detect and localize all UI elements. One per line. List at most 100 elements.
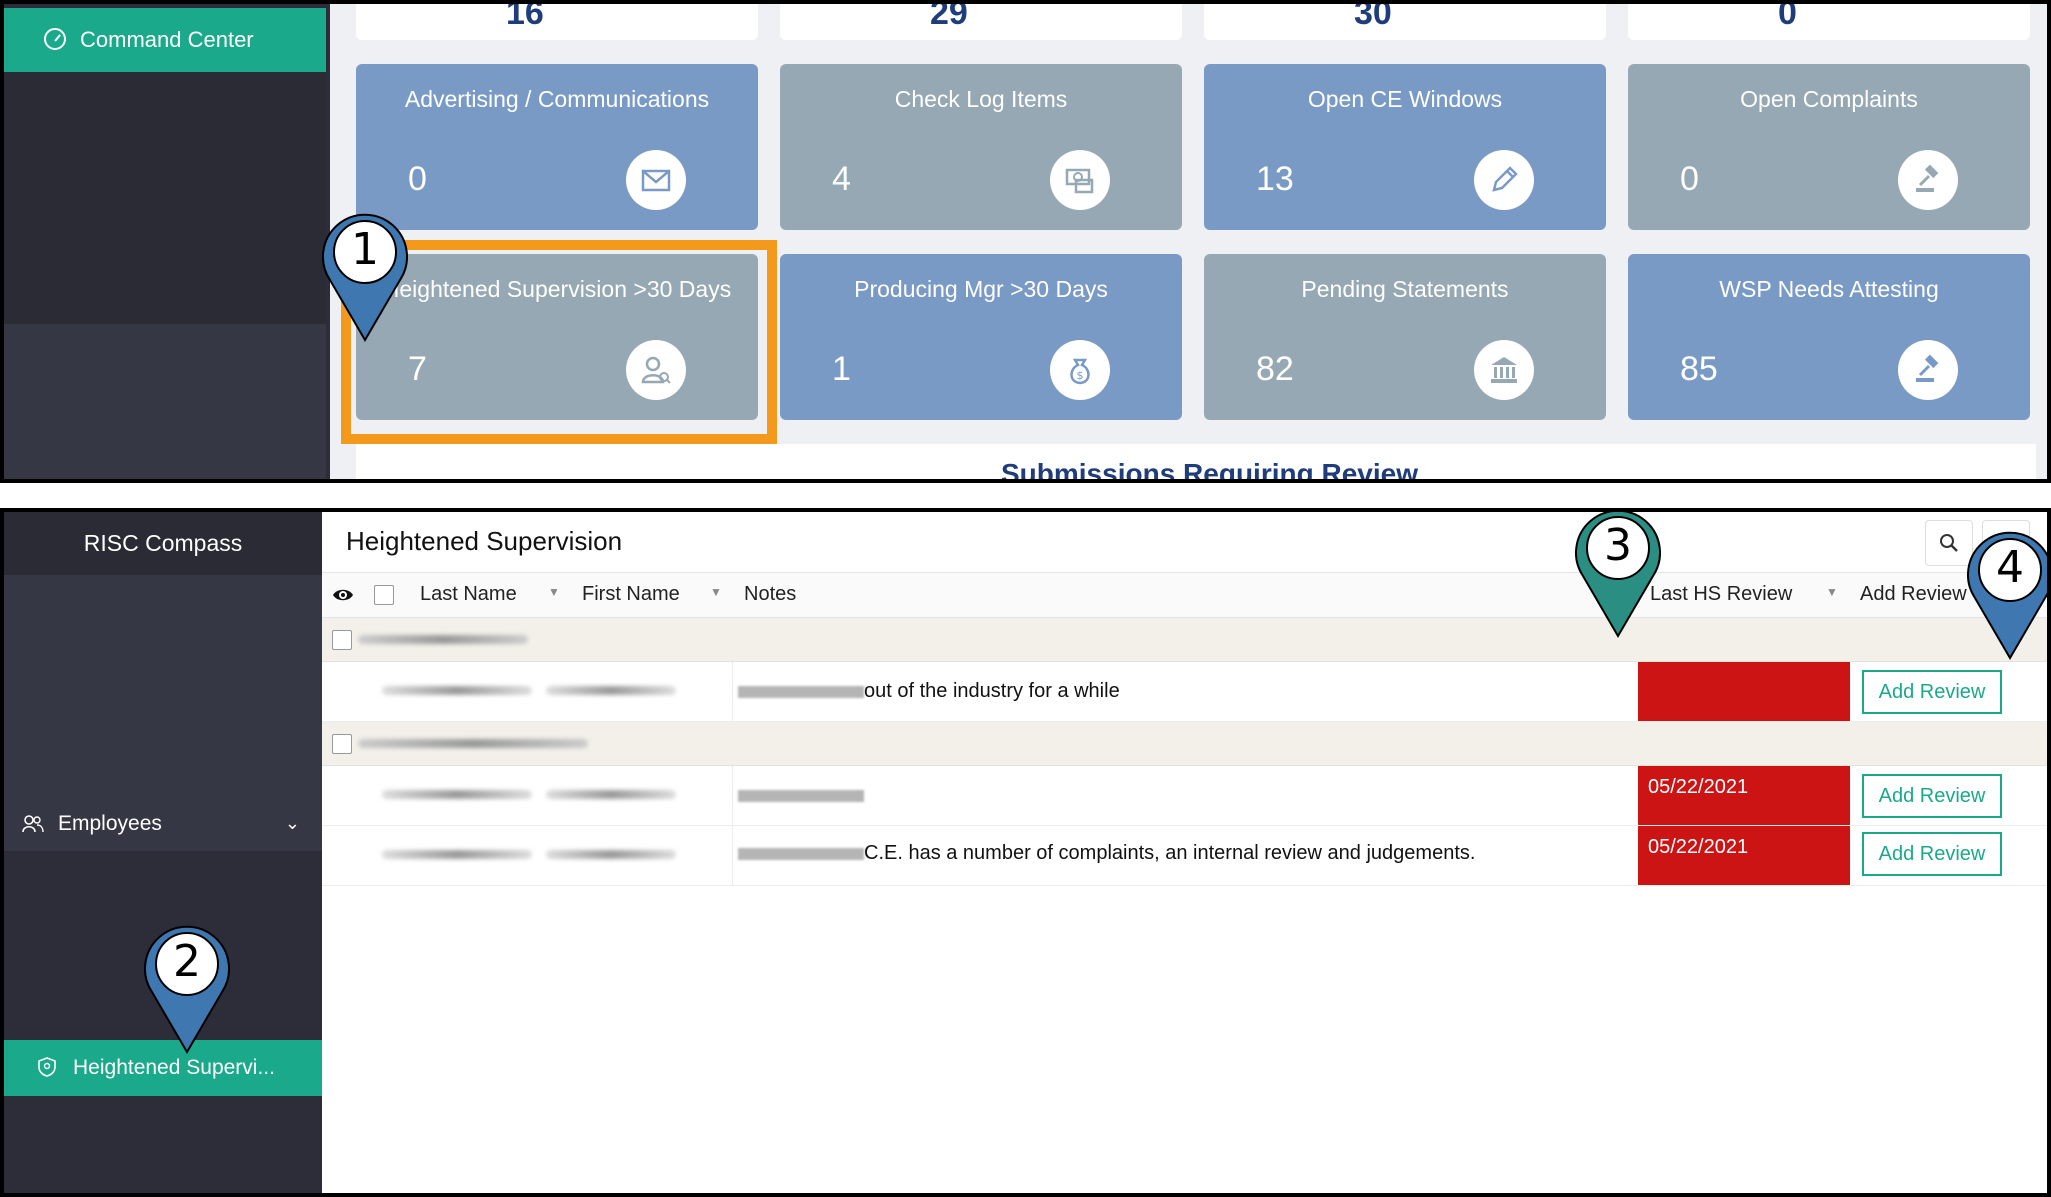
step-marker-4: 4 bbox=[1965, 530, 2047, 660]
stat-card-value: 0 bbox=[1680, 160, 1699, 198]
column-header-last-name[interactable]: Last Name bbox=[420, 583, 517, 606]
stat-card-value: 30 bbox=[1354, 0, 1392, 32]
stat-card-value: 0 bbox=[408, 160, 427, 198]
sidebar-item-employees[interactable]: Employees ⌄ bbox=[4, 797, 322, 851]
redacted-text bbox=[546, 790, 676, 799]
svg-text:$: $ bbox=[1077, 369, 1084, 382]
sort-icon[interactable]: ▼ bbox=[1826, 585, 1838, 599]
stat-card-partial[interactable]: 0 bbox=[1628, 4, 2030, 40]
stat-card-title: WSP Needs Attesting bbox=[1719, 276, 1939, 302]
section-title: Submissions Requiring Review bbox=[1001, 458, 1418, 483]
eye-icon[interactable] bbox=[332, 586, 354, 604]
bank-icon bbox=[1474, 340, 1534, 400]
stat-card-pending-statements[interactable]: Pending Statements 82 bbox=[1204, 254, 1606, 420]
step-number: 3 bbox=[1604, 520, 1632, 571]
step-marker-2: 2 bbox=[142, 924, 232, 1054]
column-header-notes[interactable]: Notes bbox=[744, 583, 796, 606]
dashboard-panel: Command Center 16 29 30 0 Advertising / … bbox=[0, 0, 2051, 483]
stat-card-value: 13 bbox=[1256, 160, 1294, 198]
group-checkbox[interactable] bbox=[332, 630, 352, 650]
stat-card-value: 0 bbox=[1778, 0, 1797, 32]
select-all-checkbox[interactable] bbox=[374, 585, 394, 605]
sidebar-section bbox=[4, 72, 326, 324]
main-content: Heightened Supervision Last Name ▼ First… bbox=[322, 512, 2047, 1193]
stat-card-wsp-needs-attesting[interactable]: WSP Needs Attesting 85 bbox=[1628, 254, 2030, 420]
sidebar-section bbox=[4, 324, 326, 479]
heightened-supervision-panel: RISC Compass Employees ⌄ Heightened Supe… bbox=[0, 508, 2051, 1197]
group-row[interactable] bbox=[322, 618, 2047, 662]
stat-card-title: Open CE Windows bbox=[1307, 86, 1503, 112]
pencil-icon bbox=[1474, 150, 1534, 210]
stat-card-value: 29 bbox=[930, 0, 968, 32]
stat-card-partial[interactable]: 16 bbox=[356, 4, 758, 40]
page: Command Center 16 29 30 0 Advertising / … bbox=[0, 0, 2051, 1197]
step-number: 4 bbox=[1996, 542, 2024, 593]
sort-icon[interactable]: ▼ bbox=[548, 585, 560, 599]
search-icon bbox=[1940, 534, 1958, 552]
stat-card-title: Pending Statements bbox=[1301, 276, 1509, 302]
gavel-icon bbox=[1898, 340, 1958, 400]
chevron-down-icon: ⌄ bbox=[284, 813, 300, 833]
stat-card-advertising[interactable]: Advertising / Communications 0 bbox=[356, 64, 758, 230]
step-marker-1: 1 bbox=[320, 212, 410, 342]
step-number: 2 bbox=[173, 936, 201, 987]
table-row[interactable]: C.E. has a number of complaints, an inte… bbox=[322, 826, 2047, 886]
add-review-button[interactable]: Add Review bbox=[1862, 670, 2002, 714]
stat-card-producing-mgr[interactable]: Producing Mgr >30 Days 1 $ bbox=[780, 254, 1182, 420]
stat-card-value: 85 bbox=[1680, 350, 1718, 388]
panel-gap bbox=[0, 483, 2051, 508]
redacted-text bbox=[358, 635, 528, 644]
add-review-button[interactable]: Add Review bbox=[1862, 832, 2002, 876]
step-marker-3: 3 bbox=[1573, 512, 1663, 638]
table-row[interactable]: 05/22/2021 Add Review bbox=[322, 766, 2047, 826]
stat-card-value: 1 bbox=[832, 350, 851, 388]
table-header: Last Name ▼ First Name ▼ Notes Last HS R… bbox=[322, 572, 2047, 618]
redacted-text bbox=[738, 686, 864, 698]
stat-card-value: 16 bbox=[506, 0, 544, 32]
redacted-text bbox=[382, 686, 532, 695]
column-header-add-review: Add Review bbox=[1860, 583, 1967, 605]
users-icon bbox=[22, 815, 44, 833]
money-bag-icon: $ bbox=[1050, 340, 1110, 400]
sidebar-item-command-center[interactable]: Command Center bbox=[4, 8, 326, 72]
table-row[interactable]: out of the industry for a while Add Revi… bbox=[322, 662, 2047, 722]
stat-card-open-ce-windows[interactable]: Open CE Windows 13 bbox=[1204, 64, 1606, 230]
last-hs-review-cell: 05/22/2021 bbox=[1638, 766, 1850, 825]
redacted-text bbox=[382, 850, 532, 859]
stat-card-title: Producing Mgr >30 Days bbox=[854, 276, 1108, 302]
last-hs-review-cell bbox=[1638, 662, 1850, 721]
stat-card-value: 82 bbox=[1256, 350, 1294, 388]
sidebar-item-label: Command Center bbox=[80, 27, 254, 52]
notes-cell: out of the industry for a while bbox=[864, 680, 1120, 702]
app-brand: RISC Compass bbox=[4, 512, 322, 575]
column-divider bbox=[732, 826, 733, 885]
money-stack-icon bbox=[1050, 150, 1110, 210]
redacted-text bbox=[546, 850, 676, 859]
group-row[interactable] bbox=[322, 722, 2047, 766]
shield-icon bbox=[38, 1057, 56, 1077]
sidebar: RISC Compass Employees ⌄ Heightened Supe… bbox=[4, 512, 322, 1193]
sidebar-item-label: Employees bbox=[58, 812, 162, 835]
column-divider bbox=[732, 662, 733, 721]
top-sidebar: Command Center bbox=[4, 4, 330, 479]
gavel-icon bbox=[1898, 150, 1958, 210]
redacted-text bbox=[358, 739, 588, 748]
dashboard-gauge-icon bbox=[44, 28, 66, 50]
column-header-first-name[interactable]: First Name bbox=[582, 583, 680, 606]
last-hs-review-cell: 05/22/2021 bbox=[1638, 826, 1850, 885]
stat-card-value: 4 bbox=[832, 160, 851, 198]
stat-card-open-complaints[interactable]: Open Complaints 0 bbox=[1628, 64, 2030, 230]
redacted-text bbox=[738, 848, 864, 860]
group-checkbox[interactable] bbox=[332, 734, 352, 754]
add-review-button[interactable]: Add Review bbox=[1862, 774, 2002, 818]
redacted-text bbox=[382, 790, 532, 799]
column-divider bbox=[732, 766, 733, 825]
column-header-last-hs-review[interactable]: Last HS Review bbox=[1650, 583, 1792, 606]
step-number: 1 bbox=[351, 224, 379, 275]
stat-card-partial[interactable]: 29 bbox=[780, 4, 1182, 40]
notes-cell: C.E. has a number of complaints, an inte… bbox=[864, 842, 1476, 864]
sort-icon[interactable]: ▼ bbox=[710, 585, 722, 599]
stat-card-partial[interactable]: 30 bbox=[1204, 4, 1606, 40]
stat-card-title: Open Complaints bbox=[1740, 86, 1918, 112]
stat-card-check-log[interactable]: Check Log Items 4 bbox=[780, 64, 1182, 230]
